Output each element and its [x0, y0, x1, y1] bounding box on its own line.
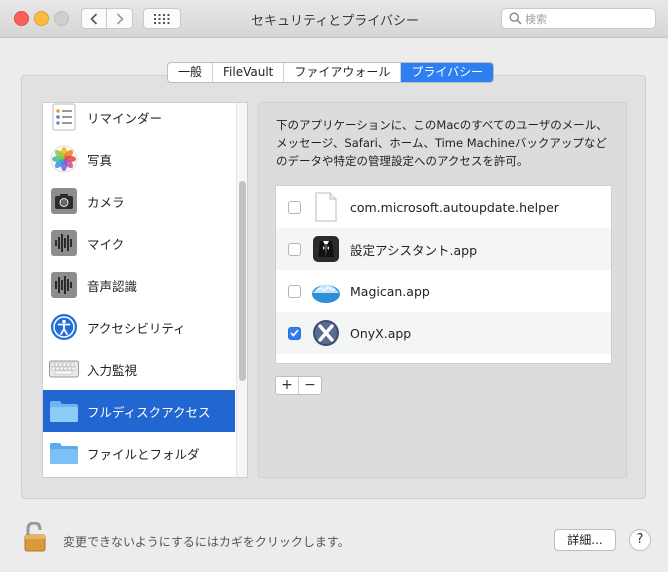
help-button[interactable]: ? — [629, 529, 651, 551]
sidebar-item-label: 写真 — [87, 152, 113, 168]
tab-privacy[interactable]: プライバシー — [401, 63, 494, 82]
search-field[interactable]: 検索 — [501, 8, 656, 29]
sidebar-item-label: マイク — [87, 236, 125, 252]
zoom-window-button[interactable] — [54, 11, 69, 26]
list-item[interactable]: com.microsoft.autoupdate.helper — [276, 186, 611, 228]
setup-assistant-icon — [311, 234, 341, 264]
tab-bar: 一般 FileVault ファイアウォール プライバシー — [167, 62, 495, 83]
sidebar-item-label: カメラ — [87, 194, 125, 210]
sidebar-item-camera[interactable]: カメラ — [43, 180, 235, 222]
sidebar-item-label: 入力監視 — [87, 362, 138, 378]
chevron-right-icon — [116, 12, 124, 25]
sidebar-item-microphone[interactable]: マイク — [43, 222, 235, 264]
window-title: セキュリティとプライバシー — [251, 14, 419, 29]
speech-recognition-icon — [49, 270, 79, 300]
magican-icon — [311, 276, 341, 306]
list-item[interactable]: Magican.app — [276, 270, 611, 312]
sidebar-item-full-disk-access[interactable]: フルディスクアクセス — [43, 390, 235, 432]
unlocked-padlock-icon — [24, 521, 46, 552]
sidebar-item-label: 音声認識 — [87, 278, 138, 294]
app-name: 設定アシスタント.app — [350, 242, 478, 258]
sidebar-item-speech-recognition[interactable]: 音声認識 — [43, 264, 235, 306]
lock-hint-text: 変更できないようにするにはカギをクリックします。 — [63, 535, 350, 549]
show-all-button[interactable] — [143, 8, 181, 29]
back-button[interactable] — [81, 8, 107, 29]
add-remove-control: + − — [275, 376, 322, 395]
photos-icon — [49, 144, 79, 174]
sidebar-item-label: アクセシビリティ — [87, 320, 186, 336]
preferences-window: セキュリティとプライバシー 検索 一般 FileVault ファイアウォール プ… — [0, 0, 668, 572]
checkmark-icon — [290, 329, 299, 337]
minimize-window-button[interactable] — [34, 11, 49, 26]
accessibility-icon — [49, 312, 79, 342]
app-name: com.microsoft.autoupdate.helper — [350, 199, 559, 215]
sidebar-scrollbar[interactable] — [236, 103, 247, 477]
permission-checkbox[interactable] — [288, 284, 301, 298]
grid-icon — [154, 13, 170, 24]
privacy-category-list[interactable]: リマインダー 写真 カメラ マイク 音声認識 アクセシビリティ 入力監視 フルデ… — [42, 102, 248, 478]
microphone-icon — [49, 228, 79, 258]
remove-button[interactable]: − — [298, 377, 321, 394]
tab-general[interactable]: 一般 — [168, 63, 214, 82]
camera-icon — [49, 186, 79, 216]
permission-description: 下のアプリケーションに、このMacのすべてのユーザのメール、メッセージ、Safa… — [276, 118, 608, 168]
sidebar-item-label: ファイルとフォルダ — [87, 446, 200, 462]
search-placeholder: 検索 — [525, 13, 547, 26]
sidebar-item-photos[interactable]: 写真 — [43, 138, 235, 180]
advanced-button[interactable]: 詳細... — [554, 529, 616, 551]
sidebar-item-reminders[interactable]: リマインダー — [43, 103, 235, 138]
tab-firewall[interactable]: ファイアウォール — [284, 63, 402, 82]
permission-checkbox[interactable] — [288, 200, 301, 214]
list-item[interactable]: 設定アシスタント.app — [276, 228, 611, 270]
permission-checkbox-checked[interactable] — [288, 326, 301, 340]
tab-filevault[interactable]: FileVault — [213, 63, 285, 82]
onyx-icon — [311, 318, 341, 348]
sidebar-item-files-and-folders[interactable]: ファイルとフォルダ — [43, 432, 235, 474]
app-permission-list[interactable]: com.microsoft.autoupdate.helper 設定アシスタント… — [275, 185, 612, 364]
app-name: OnyX.app — [350, 325, 412, 341]
keyboard-icon — [49, 354, 79, 384]
document-icon — [311, 192, 341, 222]
list-item[interactable]: OnyX.app — [276, 312, 611, 354]
chevron-left-icon — [90, 12, 98, 25]
folder-icon — [49, 438, 79, 468]
app-name: Magican.app — [350, 283, 430, 299]
sidebar-item-label: リマインダー — [87, 110, 163, 126]
lock-button[interactable] — [24, 521, 46, 556]
reminders-icon — [49, 103, 79, 132]
search-icon — [509, 12, 522, 25]
title-bar: セキュリティとプライバシー 検索 — [0, 0, 668, 38]
forward-button[interactable] — [107, 8, 133, 29]
permission-checkbox[interactable] — [288, 242, 301, 256]
folder-icon — [49, 396, 79, 426]
sidebar-item-label: フルディスクアクセス — [87, 404, 211, 420]
sidebar-scroll-thumb[interactable] — [239, 181, 246, 381]
sidebar-item-input-monitoring[interactable]: 入力監視 — [43, 348, 235, 390]
sidebar-item-accessibility[interactable]: アクセシビリティ — [43, 306, 235, 348]
add-button[interactable]: + — [276, 377, 298, 394]
close-window-button[interactable] — [14, 11, 29, 26]
